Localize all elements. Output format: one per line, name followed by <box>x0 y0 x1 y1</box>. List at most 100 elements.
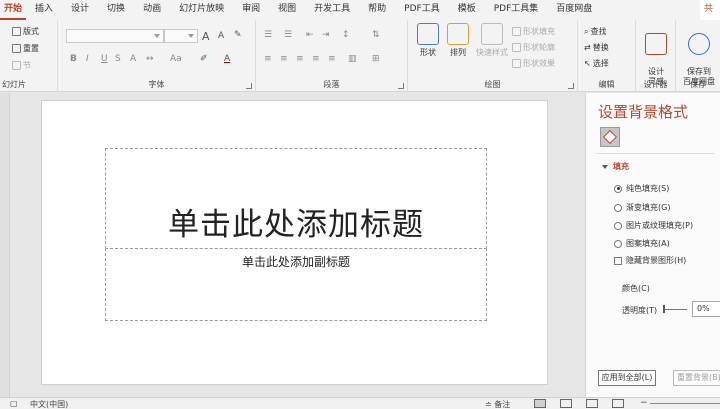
tab-transitions[interactable]: 切换 <box>98 0 134 20</box>
save-to-baidu-button[interactable]: 保存到 百度网盘 <box>678 23 720 87</box>
font-size-combo[interactable] <box>164 29 198 43</box>
tab-review[interactable]: 审阅 <box>233 0 269 20</box>
design-ideas-button[interactable]: 设计 灵感 <box>638 23 674 87</box>
arrange-button[interactable]: 排列 <box>440 23 476 58</box>
apply-to-all-button[interactable]: 应用到全部(L) <box>598 370 656 386</box>
transparency-input[interactable]: 0% <box>692 301 720 317</box>
group-label-editing: 编辑 <box>598 80 615 89</box>
title-placeholder[interactable]: 单击此处添加标题 <box>105 148 487 249</box>
radio-pattern-fill[interactable] <box>614 239 622 248</box>
select-button[interactable]: ↖ 选择 <box>584 58 609 69</box>
option-hide-background[interactable]: 隐藏背景图形(H) <box>614 255 686 266</box>
font-launcher-icon[interactable] <box>246 83 252 89</box>
slide-sorter-button[interactable] <box>560 399 572 408</box>
zoom-slider[interactable] <box>650 403 720 404</box>
group-label-drawing: 绘图 <box>484 80 501 89</box>
slide-canvas[interactable]: 单击此处添加标题 单击此处添加副标题 <box>41 100 548 385</box>
notes-button[interactable]: ≐ 备注 <box>485 399 510 409</box>
underline-button[interactable]: U <box>101 54 108 64</box>
section-icon <box>12 61 21 70</box>
tab-home[interactable]: 开始 <box>0 0 27 20</box>
find-button[interactable]: ⌕ 查找 <box>584 26 606 37</box>
drawing-launcher-icon[interactable] <box>568 83 574 89</box>
line-spacing-button[interactable]: ↕ <box>342 30 350 40</box>
tab-view[interactable]: 视图 <box>269 0 305 20</box>
normal-view-button[interactable] <box>534 399 546 408</box>
subtitle-placeholder-text: 单击此处添加副标题 <box>241 255 350 269</box>
shrink-font-button[interactable]: A <box>218 31 224 41</box>
transparency-slider-thumb[interactable] <box>663 305 665 313</box>
tab-pdf-tools[interactable]: PDF工具 <box>395 0 449 20</box>
reset-button[interactable]: 重置 <box>12 43 39 54</box>
tab-design[interactable]: 设计 <box>62 0 98 20</box>
bold-button[interactable]: B <box>70 54 77 64</box>
group-label-designer: 设计器 <box>643 80 668 89</box>
text-direction-button[interactable]: ⇅ <box>372 30 380 40</box>
align-left-button[interactable]: ≡ <box>264 54 272 64</box>
replace-button[interactable]: ⇄ 替换 <box>584 42 609 53</box>
slideshow-button[interactable] <box>612 399 624 408</box>
option-pattern-fill[interactable]: 图案填充(A) <box>614 238 670 249</box>
option-picture-fill[interactable]: 图片或纹理填充(P) <box>614 220 693 231</box>
radio-picture-fill[interactable] <box>614 221 622 230</box>
tab-pdf-toolkit[interactable]: PDF工具集 <box>485 0 548 20</box>
section-button[interactable]: 节 <box>12 60 31 71</box>
zoom-out-button[interactable]: − <box>640 398 648 408</box>
paint-bucket-icon <box>602 129 618 145</box>
subtitle-placeholder[interactable]: 单击此处添加副标题 <box>105 248 487 321</box>
tab-help[interactable]: 帮助 <box>359 0 395 20</box>
pane-divider <box>596 153 714 154</box>
layout-button[interactable]: 版式 <box>12 26 39 37</box>
font-name-combo[interactable] <box>66 29 164 43</box>
quick-styles-button[interactable]: 快速样式 <box>472 23 512 58</box>
status-bar: ▢ 中文(中国) ≐ 备注 − <box>0 397 720 409</box>
pane-title: 设置背景格式 <box>598 103 689 121</box>
change-case-button[interactable]: Aa <box>170 54 182 64</box>
group-drawing: 形状 排列 快速样式 形状填充 形状轮廓 形状效果 绘图 <box>408 20 578 92</box>
align-right-button[interactable]: ≡ <box>296 54 304 64</box>
transparency-label: 透明度(T) <box>622 306 658 315</box>
shape-fill-button[interactable]: 形状填充 <box>512 26 555 37</box>
shape-outline-button[interactable]: 形状轮廓 <box>512 42 555 53</box>
share-button[interactable]: 共享 <box>700 0 720 20</box>
radio-solid-fill[interactable] <box>614 184 622 193</box>
tab-insert[interactable]: 插入 <box>26 0 62 20</box>
transparency-slider-track[interactable] <box>663 309 687 310</box>
strike-button[interactable]: S <box>115 54 121 64</box>
justify-button[interactable]: ≡ <box>312 54 320 64</box>
slide-thumbnail-pane[interactable] <box>0 93 10 397</box>
tab-animations[interactable]: 动画 <box>134 0 170 20</box>
group-save: 保存到 百度网盘 保存 <box>676 20 720 92</box>
radio-gradient-fill[interactable] <box>614 203 622 212</box>
increase-indent-button[interactable]: ⇥ <box>322 30 330 40</box>
bullets-button[interactable]: ☰ <box>264 30 272 40</box>
distribute-button[interactable]: ≡ <box>328 54 336 64</box>
shape-effects-button[interactable]: 形状效果 <box>512 58 555 69</box>
numbering-button[interactable]: ☰ <box>284 30 292 40</box>
fill-section-header[interactable]: 填充 <box>602 161 629 172</box>
reading-view-button[interactable] <box>586 399 598 408</box>
italic-button[interactable]: I <box>86 54 89 64</box>
char-spacing-button[interactable]: ↔ <box>146 54 154 64</box>
tab-baidu-netdisk[interactable]: 百度网盘 <box>547 0 601 20</box>
font-color-button[interactable]: A <box>224 54 230 64</box>
smartart-button[interactable]: ⊞ <box>372 54 380 64</box>
checkbox-hide-background[interactable] <box>614 256 622 265</box>
align-center-button[interactable]: ≡ <box>280 54 288 64</box>
clear-format-button[interactable]: ✎ <box>234 30 242 40</box>
tab-templates[interactable]: 模板 <box>449 0 485 20</box>
highlight-icon[interactable]: ✐ <box>200 54 208 64</box>
paragraph-launcher-icon[interactable] <box>398 83 404 89</box>
reset-background-button[interactable]: 重置背景(B) <box>673 370 720 386</box>
option-gradient-fill[interactable]: 渐变填充(G) <box>614 202 670 213</box>
columns-button[interactable]: ▥ <box>348 54 357 64</box>
tab-developer[interactable]: 开发工具 <box>305 0 359 20</box>
option-solid-fill[interactable]: 纯色填充(S) <box>614 183 669 194</box>
fill-category-button[interactable] <box>600 127 620 147</box>
shadow-button[interactable]: A <box>130 54 136 64</box>
grow-font-button[interactable]: A <box>202 30 210 43</box>
decrease-indent-button[interactable]: ⇤ <box>306 30 314 40</box>
fill-icon <box>512 27 521 36</box>
tab-slideshow[interactable]: 幻灯片放映 <box>170 0 233 20</box>
language-status[interactable]: 中文(中国) <box>30 399 68 409</box>
